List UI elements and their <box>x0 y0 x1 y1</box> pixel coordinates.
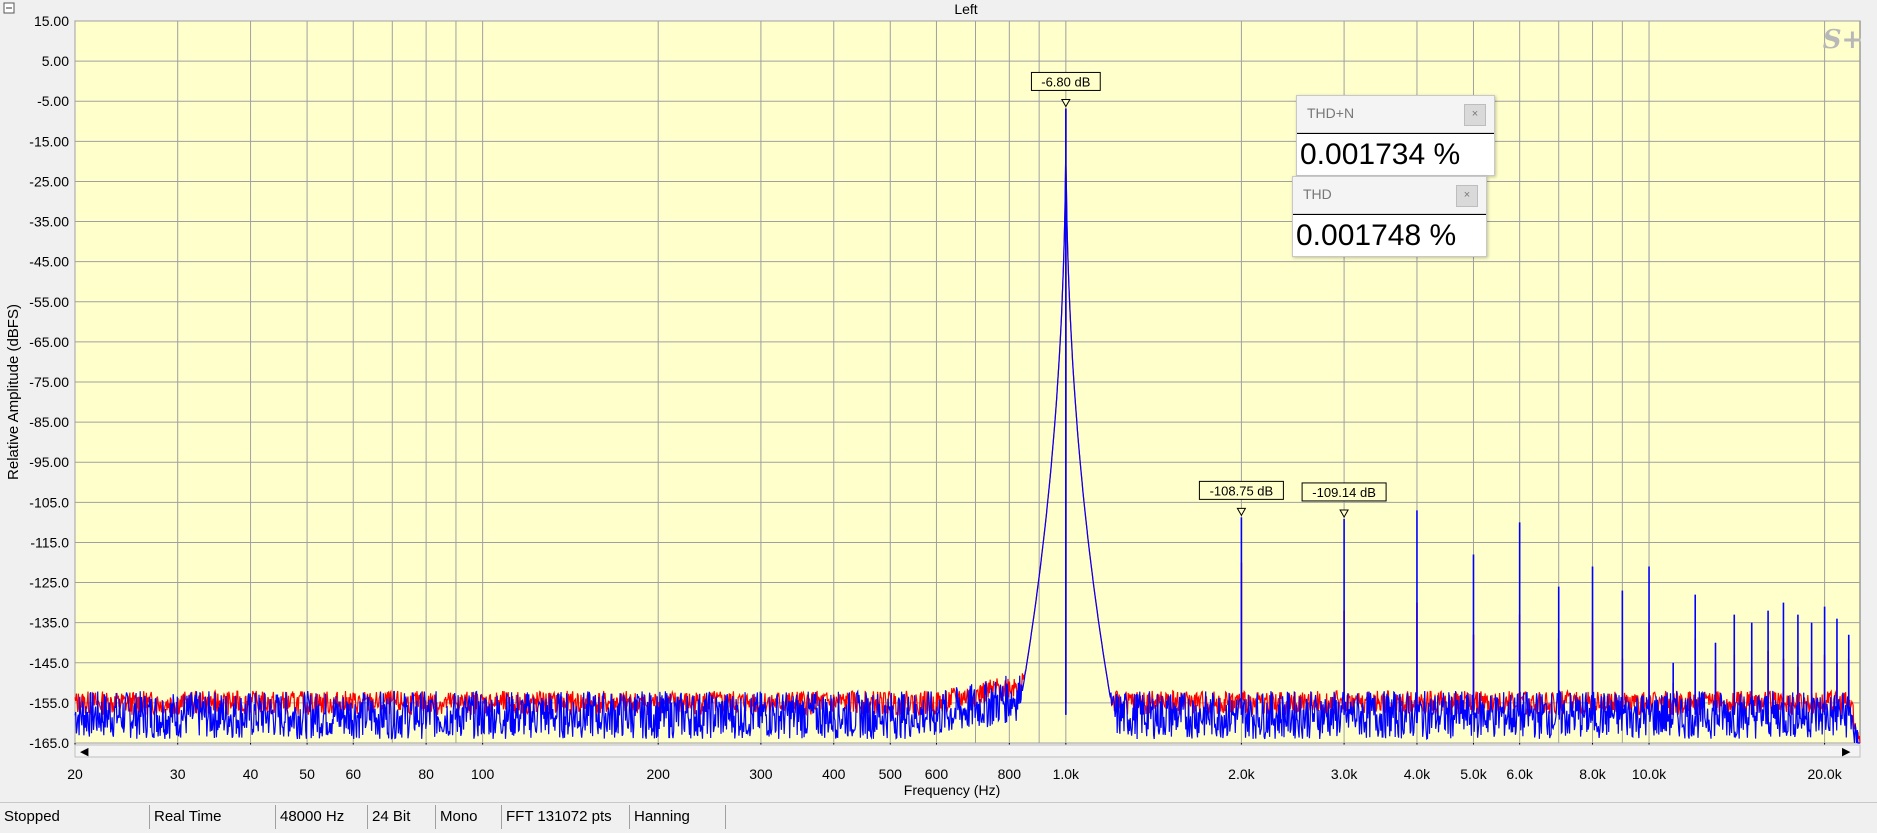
y-tick-label: -45.00 <box>29 254 69 270</box>
x-tick-label: 400 <box>822 766 846 782</box>
y-tick-label: -125.0 <box>29 575 69 591</box>
y-tick-label: -135.0 <box>29 615 69 631</box>
y-tick-label: -35.00 <box>29 214 69 230</box>
logo-watermark: S+ <box>1823 25 1864 55</box>
status-mode: Real Time <box>150 805 276 829</box>
x-tick-label: 10.0k <box>1632 766 1667 782</box>
thdn-panel-header[interactable]: THD+N × <box>1297 96 1494 133</box>
x-tick-label: 50 <box>299 766 315 782</box>
x-tick-label: 80 <box>418 766 434 782</box>
close-icon[interactable]: × <box>1464 104 1486 126</box>
marker-label: -109.14 dB <box>1312 485 1376 500</box>
x-tick-label: 60 <box>345 766 361 782</box>
x-tick-label: 3.0k <box>1331 766 1358 782</box>
x-tick-label: 800 <box>998 766 1022 782</box>
thdn-value: 0.001734 % <box>1297 133 1494 175</box>
thdn-panel-title: THD+N <box>1307 105 1355 121</box>
x-tick-label: 40 <box>243 766 259 782</box>
status-window: Hanning <box>630 805 726 829</box>
thd-panel-header[interactable]: THD × <box>1293 177 1486 214</box>
thdn-readout-panel[interactable]: THD+N × 0.001734 % <box>1296 95 1495 176</box>
x-tick-label: 2.0k <box>1228 766 1255 782</box>
y-tick-label: -85.00 <box>29 414 69 430</box>
y-axis-label: Relative Amplitude (dBFS) <box>5 304 22 480</box>
thd-panel-title: THD <box>1303 186 1332 202</box>
chart-title: Left <box>954 1 977 17</box>
x-tick-label: 30 <box>170 766 186 782</box>
x-tick-label: 20.0k <box>1807 766 1842 782</box>
marker-label: -6.80 dB <box>1041 74 1090 89</box>
spectrum-chart: Left 15.00 5.00 -5.00 -15.00 -25.00 -35.00 -45… <box>0 0 1877 802</box>
status-sample-rate: 48000 Hz <box>276 805 368 829</box>
scroll-left-icon[interactable]: ◀ <box>80 745 89 758</box>
scroll-right-icon[interactable]: ▶ <box>1842 745 1851 758</box>
close-icon[interactable]: × <box>1456 185 1478 207</box>
y-tick-label: -95.00 <box>29 454 69 470</box>
status-channels: Mono <box>436 805 502 829</box>
y-tick-label: 5.00 <box>42 53 69 69</box>
y-tick-label: -55.00 <box>29 294 69 310</box>
thd-value: 0.001748 % <box>1293 214 1486 256</box>
x-tick-label: 4.0k <box>1404 766 1431 782</box>
x-tick-label: 5.0k <box>1460 766 1487 782</box>
status-bar: Stopped Real Time 48000 Hz 24 Bit Mono F… <box>0 802 1877 833</box>
y-tick-label: -145.0 <box>29 655 69 671</box>
y-tick-label: -5.00 <box>37 93 69 109</box>
y-tick-label: -105.0 <box>29 494 69 510</box>
y-tick-label: -15.00 <box>29 133 69 149</box>
x-tick-label: 6.0k <box>1506 766 1533 782</box>
x-tick-label: 1.0k <box>1053 766 1080 782</box>
x-tick-label: 300 <box>749 766 773 782</box>
y-tick-label: -25.00 <box>29 173 69 189</box>
x-tick-label: 20 <box>67 766 83 782</box>
y-tick-label: -75.00 <box>29 374 69 390</box>
x-tick-label: 500 <box>879 766 903 782</box>
x-tick-label: 8.0k <box>1579 766 1606 782</box>
y-tick-label: -165.0 <box>29 735 69 751</box>
x-axis-label: Frequency (Hz) <box>904 782 1000 798</box>
x-tick-label: 200 <box>647 766 671 782</box>
status-state: Stopped <box>0 805 150 829</box>
y-tick-label: -155.0 <box>29 695 69 711</box>
y-tick-label: -115.0 <box>30 534 69 550</box>
marker-label: -108.75 dB <box>1210 483 1274 498</box>
horizontal-scrollbar[interactable] <box>74 744 1861 758</box>
x-tick-label: 600 <box>925 766 949 782</box>
x-tick-label: 100 <box>471 766 495 782</box>
thd-readout-panel[interactable]: THD × 0.001748 % <box>1292 176 1487 257</box>
y-tick-label: 15.00 <box>34 13 69 29</box>
y-tick-label: -65.00 <box>29 334 69 350</box>
status-fft-size: FFT 131072 pts <box>502 805 630 829</box>
status-bit-depth: 24 Bit <box>368 805 436 829</box>
